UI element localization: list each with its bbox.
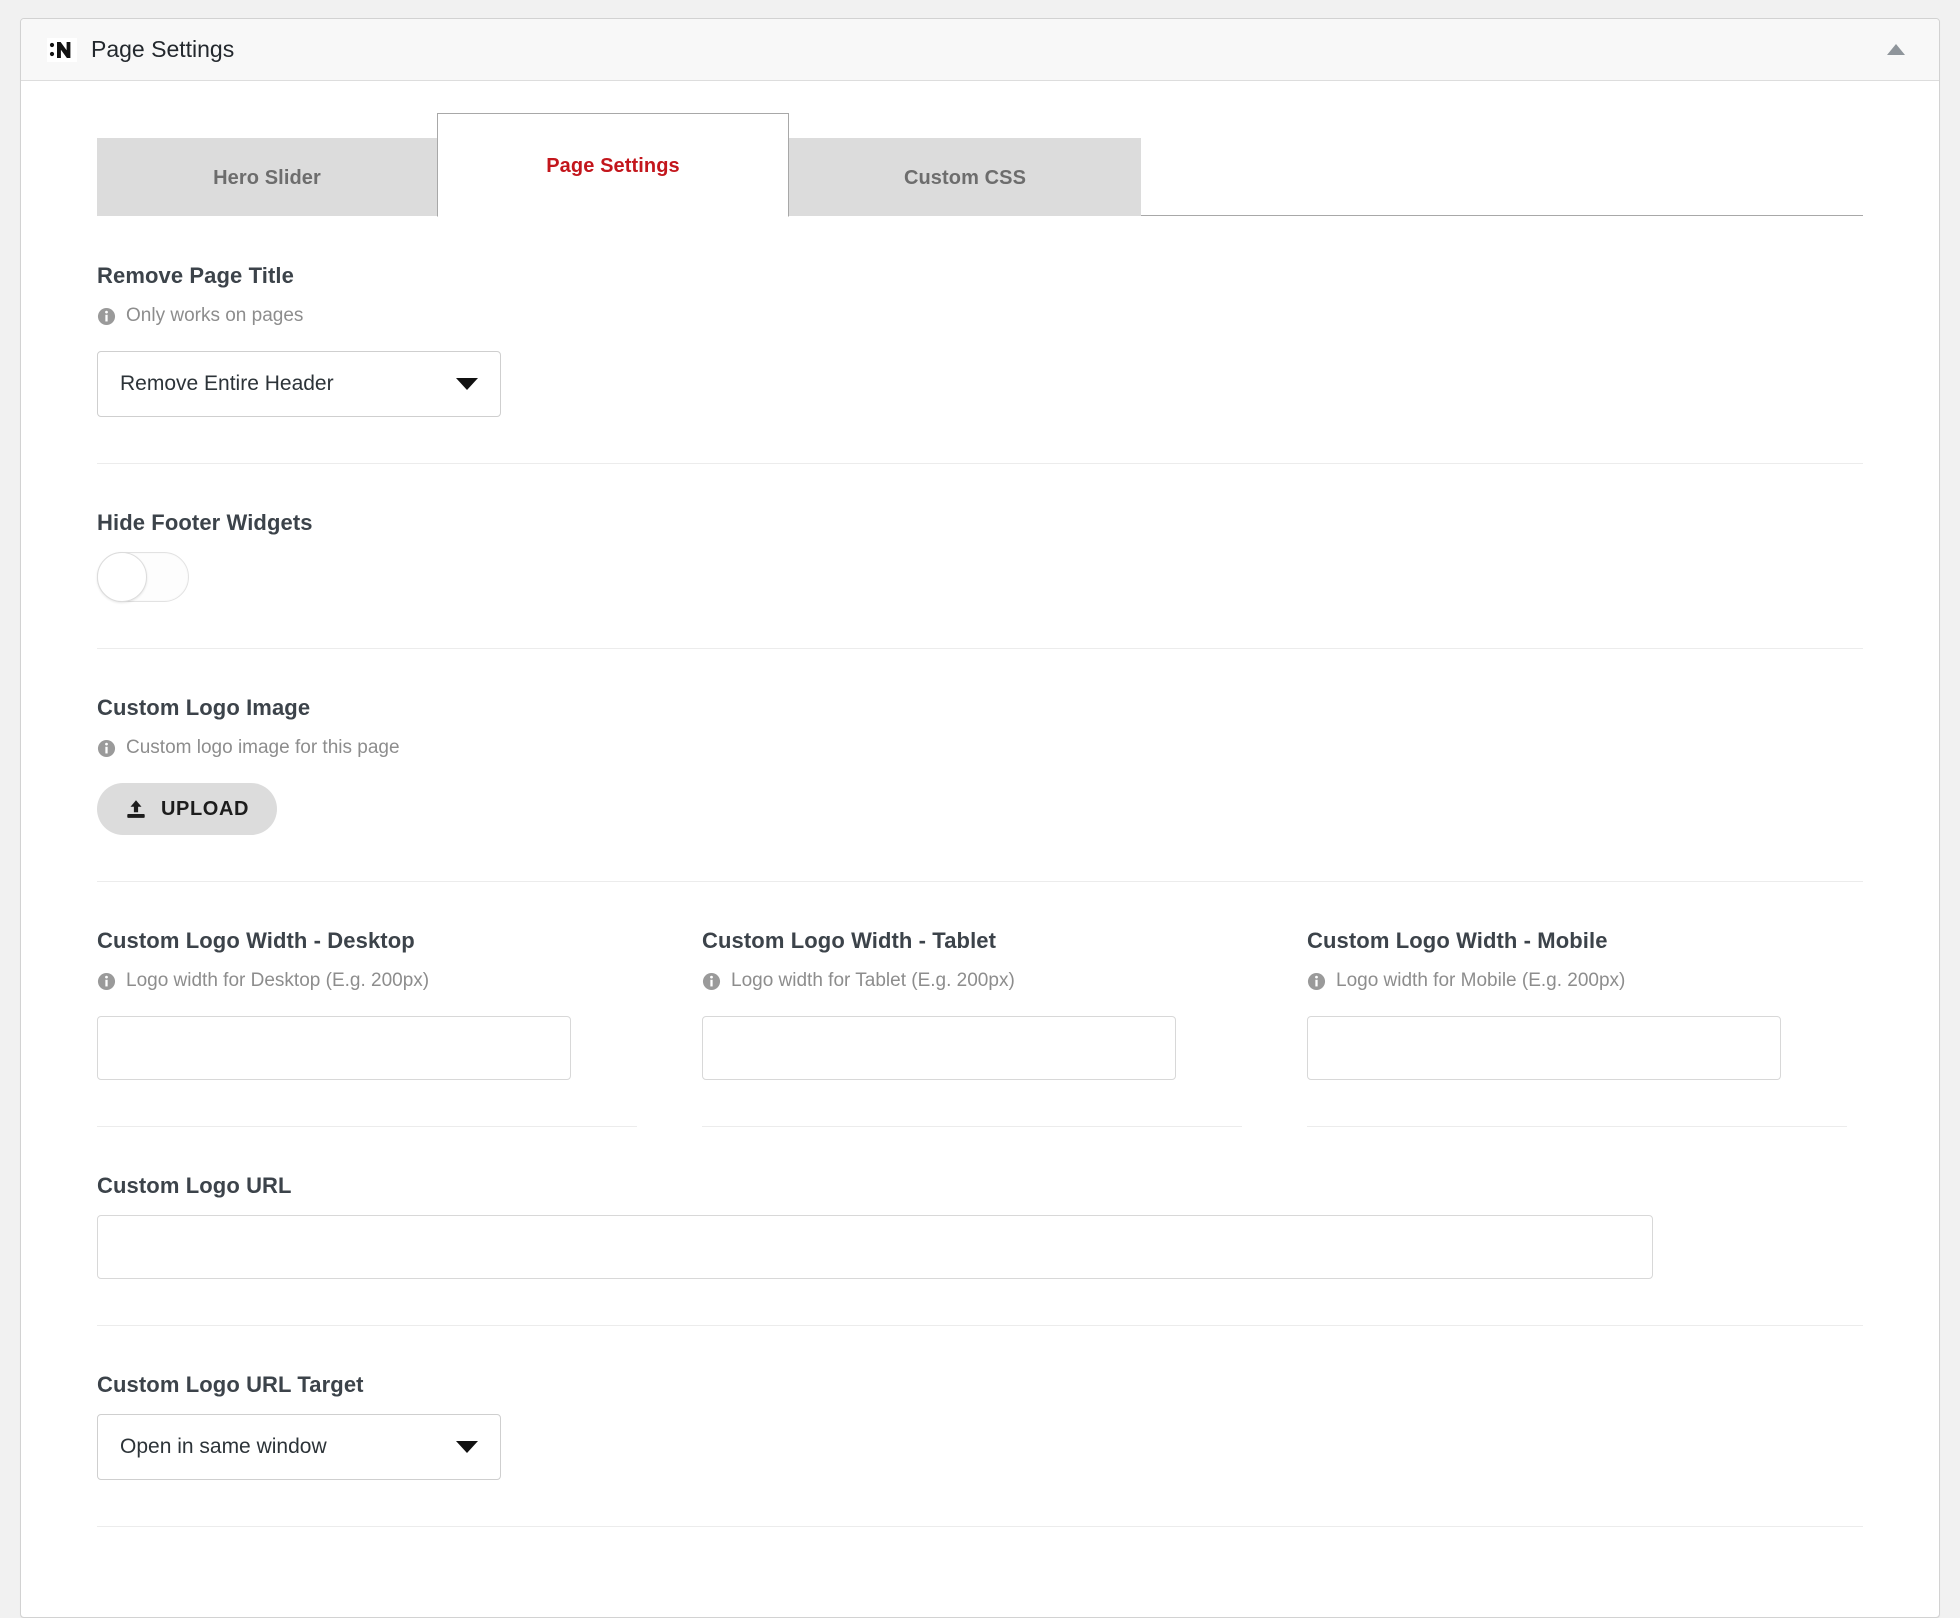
field-description: Logo width for Desktop (E.g. 200px) [97,970,637,992]
page-settings-metabox: Page Settings Hero Slider Page Settings … [20,18,1940,1618]
field-custom-logo-image: Custom Logo Image Custom logo image for … [97,649,1863,882]
caret-down-icon [456,1441,478,1453]
field-custom-logo-url-target: Custom Logo URL Target Open in same wind… [97,1326,1863,1527]
select-value: Open in same window [120,1435,327,1458]
info-icon [97,739,116,758]
upload-button-label: UPLOAD [161,797,250,820]
info-icon [97,972,116,991]
field-description: Custom logo image for this page [97,737,1863,759]
upload-icon [125,798,147,820]
custom-logo-url-input[interactable] [97,1215,1653,1279]
logo-widths-columns: Custom Logo Width - Desktop Logo width f… [97,928,1863,1080]
divider [702,1126,1242,1127]
field-label: Hide Footer Widgets [97,510,313,535]
field-hide-footer-widgets: Hide Footer Widgets [97,464,1863,649]
field-description-text: Only works on pages [126,305,304,326]
divider [1307,1126,1847,1127]
settings-fields: Remove Page Title Only works on pages Re… [21,217,1939,1527]
metabox-header: Page Settings [21,19,1939,81]
select-value: Remove Entire Header [120,372,334,395]
divider [97,1126,637,1127]
divider-gap [1242,1126,1307,1127]
field-logo-width-desktop: Custom Logo Width - Desktop Logo width f… [97,928,637,1080]
tab-hero-slider-label: Hero Slider [213,167,321,189]
tab-list: Hero Slider Page Settings Custom CSS [97,113,1939,217]
tab-custom-css-label: Custom CSS [903,167,1027,189]
field-label: Custom Logo URL Target [97,1372,364,1397]
divider-gap [637,1126,702,1127]
field-description-text: Custom logo image for this page [126,737,400,758]
hide-footer-widgets-toggle[interactable] [97,552,189,602]
nectar-n-icon [47,35,77,65]
field-label: Custom Logo Width - Mobile [1307,928,1608,953]
field-label: Custom Logo Image [97,695,311,720]
logo-width-desktop-input[interactable] [97,1016,571,1080]
field-custom-logo-url: Custom Logo URL [97,1127,1863,1326]
field-description: Logo width for Tablet (E.g. 200px) [702,970,1242,992]
custom-logo-url-target-select[interactable]: Open in same window [97,1414,501,1480]
field-logo-width-tablet: Custom Logo Width - Tablet Logo width fo… [702,928,1242,1080]
caret-up-icon [1887,44,1905,55]
field-description-text: Logo width for Tablet (E.g. 200px) [731,970,1015,991]
field-description-text: Logo width for Desktop (E.g. 200px) [126,970,430,991]
upload-button[interactable]: UPLOAD [97,783,278,835]
info-icon [1307,972,1326,991]
field-label: Custom Logo URL [97,1173,292,1198]
caret-down-icon [456,378,478,390]
info-icon [97,307,116,326]
tab-hero-slider[interactable]: Hero Slider [97,138,437,216]
field-remove-page-title: Remove Page Title Only works on pages Re… [97,217,1863,464]
remove-page-title-select[interactable]: Remove Entire Header [97,351,501,417]
logo-width-tablet-input[interactable] [702,1016,1176,1080]
column-dividers [97,1126,1863,1127]
field-description-text: Logo width for Mobile (E.g. 200px) [1336,970,1626,991]
page-title: Page Settings [91,36,235,62]
logo-width-mobile-input[interactable] [1307,1016,1781,1080]
column-spacer [1242,928,1307,1080]
field-label: Custom Logo Width - Desktop [97,928,415,953]
tab-page-settings[interactable]: Page Settings [437,113,789,217]
toggle-knob [97,552,147,602]
field-description: Logo width for Mobile (E.g. 200px) [1307,970,1847,992]
field-logo-width-mobile: Custom Logo Width - Mobile Logo width fo… [1307,928,1847,1080]
column-spacer [637,928,702,1080]
collapse-toggle-button[interactable] [1879,33,1913,67]
tab-page-settings-label: Page Settings [546,155,680,177]
info-icon [702,972,721,991]
tab-custom-css[interactable]: Custom CSS [789,138,1141,216]
tabs-region: Hero Slider Page Settings Custom CSS [21,81,1939,217]
field-logo-widths-row: Custom Logo Width - Desktop Logo width f… [97,882,1863,1127]
metabox-body: Hero Slider Page Settings Custom CSS Rem… [21,81,1939,1527]
field-label: Remove Page Title [97,263,294,288]
field-label: Custom Logo Width - Tablet [702,928,997,953]
field-description: Only works on pages [97,305,1863,327]
